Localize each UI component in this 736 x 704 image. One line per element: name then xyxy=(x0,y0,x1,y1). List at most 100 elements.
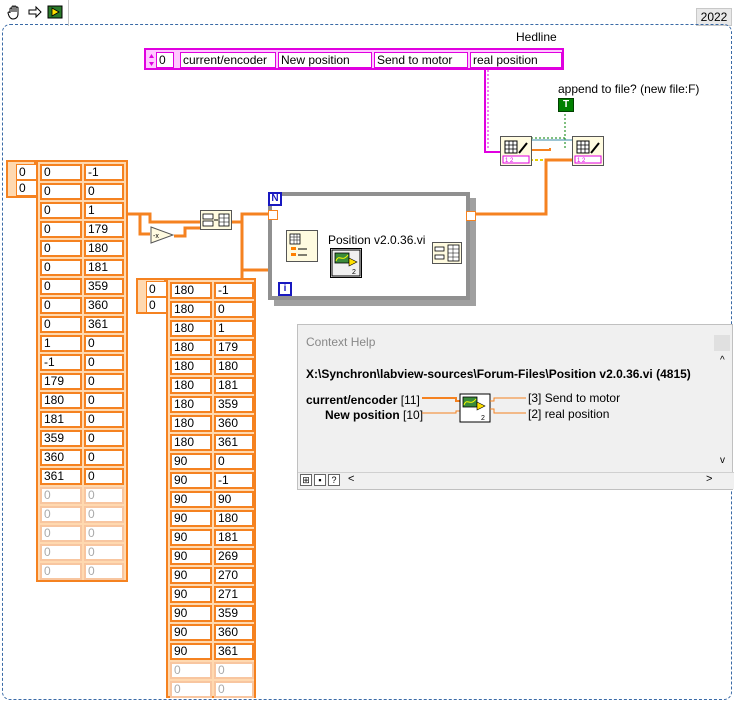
loop-iteration-terminal[interactable]: i xyxy=(278,282,292,296)
array2-cell[interactable]: 180 xyxy=(170,282,212,299)
array2-cell[interactable]: 90 xyxy=(170,586,212,603)
negate-node[interactable]: -x xyxy=(150,226,175,244)
array2-cell[interactable]: 90 xyxy=(170,567,212,584)
array1-cell[interactable]: 0 xyxy=(40,164,82,181)
build-array-node[interactable] xyxy=(200,210,232,230)
array2-cell[interactable]: 90 xyxy=(170,453,212,470)
cluster-field-real-position[interactable]: real position xyxy=(470,52,562,68)
array2-cell[interactable]: 180 xyxy=(170,396,212,413)
array1-cell[interactable]: 0 xyxy=(84,354,124,371)
array1-cell[interactable]: 179 xyxy=(84,221,124,238)
cluster-field-current-encoder[interactable]: current/encoder xyxy=(180,52,276,68)
array2-cell[interactable]: 360 xyxy=(214,624,254,641)
array2-cell[interactable]: 270 xyxy=(214,567,254,584)
array1-cell[interactable]: 0 xyxy=(40,506,82,523)
array2-cell[interactable]: 361 xyxy=(214,434,254,451)
array1-cell[interactable]: 179 xyxy=(40,373,82,390)
array1-cell[interactable]: 180 xyxy=(40,392,82,409)
array2-cell[interactable]: 180 xyxy=(170,415,212,432)
array2-cell[interactable]: 1 xyxy=(214,320,254,337)
array1-cell[interactable]: -1 xyxy=(40,354,82,371)
array1-cell[interactable]: 0 xyxy=(84,430,124,447)
array1-cell[interactable]: 0 xyxy=(40,544,82,561)
lock-icon[interactable]: ▪ xyxy=(314,474,326,486)
array2-cell[interactable]: 180 xyxy=(170,377,212,394)
wire-array1-out[interactable] xyxy=(126,212,200,224)
loop-output-tunnel[interactable] xyxy=(466,211,476,221)
array1-index-display[interactable]: 0 0 xyxy=(6,160,40,198)
array1-cell[interactable]: 181 xyxy=(40,411,82,428)
loop-input-tunnel[interactable] xyxy=(268,210,278,220)
loop-count-terminal[interactable]: N xyxy=(268,192,282,206)
array1-cell[interactable]: 181 xyxy=(84,259,124,276)
array2-cell[interactable]: 271 xyxy=(214,586,254,603)
index-array-node[interactable] xyxy=(286,230,318,262)
scroll-up-arrow[interactable]: ^ xyxy=(720,355,725,366)
array1-cell[interactable]: -1 xyxy=(84,164,124,181)
true-constant[interactable]: T xyxy=(558,98,574,112)
cluster-field-send-to-motor[interactable]: Send to motor xyxy=(374,52,468,68)
array1-cell[interactable]: 0 xyxy=(40,278,82,295)
array1-cell[interactable]: 360 xyxy=(84,297,124,314)
wire-build-array-out[interactable] xyxy=(232,220,270,272)
array1-cell[interactable]: 0 xyxy=(40,240,82,257)
show-optional-terminals-icon[interactable]: ⊞ xyxy=(300,474,312,486)
array1-cell[interactable]: 0 xyxy=(84,411,124,428)
array2-cell[interactable]: 180 xyxy=(170,339,212,356)
array1-cell[interactable]: 0 xyxy=(40,563,82,580)
array2-cell[interactable]: 180 xyxy=(170,358,212,375)
cluster-index-value[interactable]: 0 xyxy=(156,52,174,68)
array1-cell[interactable]: 361 xyxy=(40,468,82,485)
cluster-index[interactable]: 0 xyxy=(148,52,174,68)
array1-cell[interactable]: 0 xyxy=(84,506,124,523)
array2-cell[interactable]: 0 xyxy=(214,681,254,698)
wire-true-constant[interactable] xyxy=(530,110,566,139)
write-spreadsheet-data-node[interactable]: 1 2 xyxy=(572,136,604,166)
array2-cell[interactable]: 90 xyxy=(170,624,212,641)
array1-cell[interactable]: 0 xyxy=(84,392,124,409)
array1-cell[interactable]: 180 xyxy=(84,240,124,257)
array2-cell[interactable]: 0 xyxy=(170,681,212,698)
array2-cell[interactable]: 360 xyxy=(214,415,254,432)
array1-cell[interactable]: 0 xyxy=(40,202,82,219)
detailed-help-icon[interactable]: ? xyxy=(328,474,340,486)
array1-cell[interactable]: 0 xyxy=(40,487,82,504)
array2-cell[interactable]: 179 xyxy=(214,339,254,356)
array2-cell[interactable]: 361 xyxy=(214,643,254,660)
array2-cell[interactable]: 90 xyxy=(170,472,212,489)
array1-cell[interactable]: 0 xyxy=(84,183,124,200)
wire-cluster-to-write[interactable] xyxy=(484,70,500,153)
array2-cell[interactable]: 90 xyxy=(170,643,212,660)
array2-cell[interactable]: -1 xyxy=(214,472,254,489)
array1-cell[interactable]: 0 xyxy=(40,259,82,276)
index-spinner[interactable] xyxy=(148,52,155,68)
hedline-cluster-constant[interactable]: 0 current/encoder New position Send to m… xyxy=(144,48,564,70)
array2-cell[interactable]: -1 xyxy=(214,282,254,299)
array1-cell[interactable]: 361 xyxy=(84,316,124,333)
scroll-down-arrow[interactable]: v xyxy=(720,455,725,466)
array2-cell[interactable]: 269 xyxy=(214,548,254,565)
array1-cell[interactable]: 0 xyxy=(84,468,124,485)
array1-cell[interactable]: 0 xyxy=(84,544,124,561)
array1-cell[interactable]: 1 xyxy=(40,335,82,352)
wire-loop-out[interactable] xyxy=(474,158,572,216)
array2-cell[interactable]: 359 xyxy=(214,396,254,413)
array2-index-display[interactable]: 0 0 xyxy=(136,278,170,314)
context-help-vertical-scrollbar[interactable]: ^ v xyxy=(718,355,732,473)
array2-cell[interactable]: 180 xyxy=(214,358,254,375)
array2-cell[interactable]: 180 xyxy=(170,320,212,337)
array2-cell[interactable]: 0 xyxy=(214,453,254,470)
cluster-field-new-position[interactable]: New position xyxy=(278,52,372,68)
array2-cell[interactable]: 90 xyxy=(170,510,212,527)
array2-cell[interactable]: 90 xyxy=(170,548,212,565)
array1-cell[interactable]: 359 xyxy=(84,278,124,295)
array2-constant[interactable]: 180 -1 180 0 180 1 180 179 180 180 180 181 180 359 180… xyxy=(166,278,256,698)
array2-cell[interactable]: 180 xyxy=(170,434,212,451)
context-help-close-button[interactable] xyxy=(714,335,730,351)
array1-cell[interactable]: 359 xyxy=(40,430,82,447)
array1-cell[interactable]: 0 xyxy=(84,525,124,542)
array1-cell[interactable]: 0 xyxy=(84,487,124,504)
array2-cell[interactable]: 0 xyxy=(214,662,254,679)
scroll-left-arrow[interactable]: < xyxy=(348,473,354,485)
position-subvi-node[interactable]: 2 xyxy=(330,248,362,278)
